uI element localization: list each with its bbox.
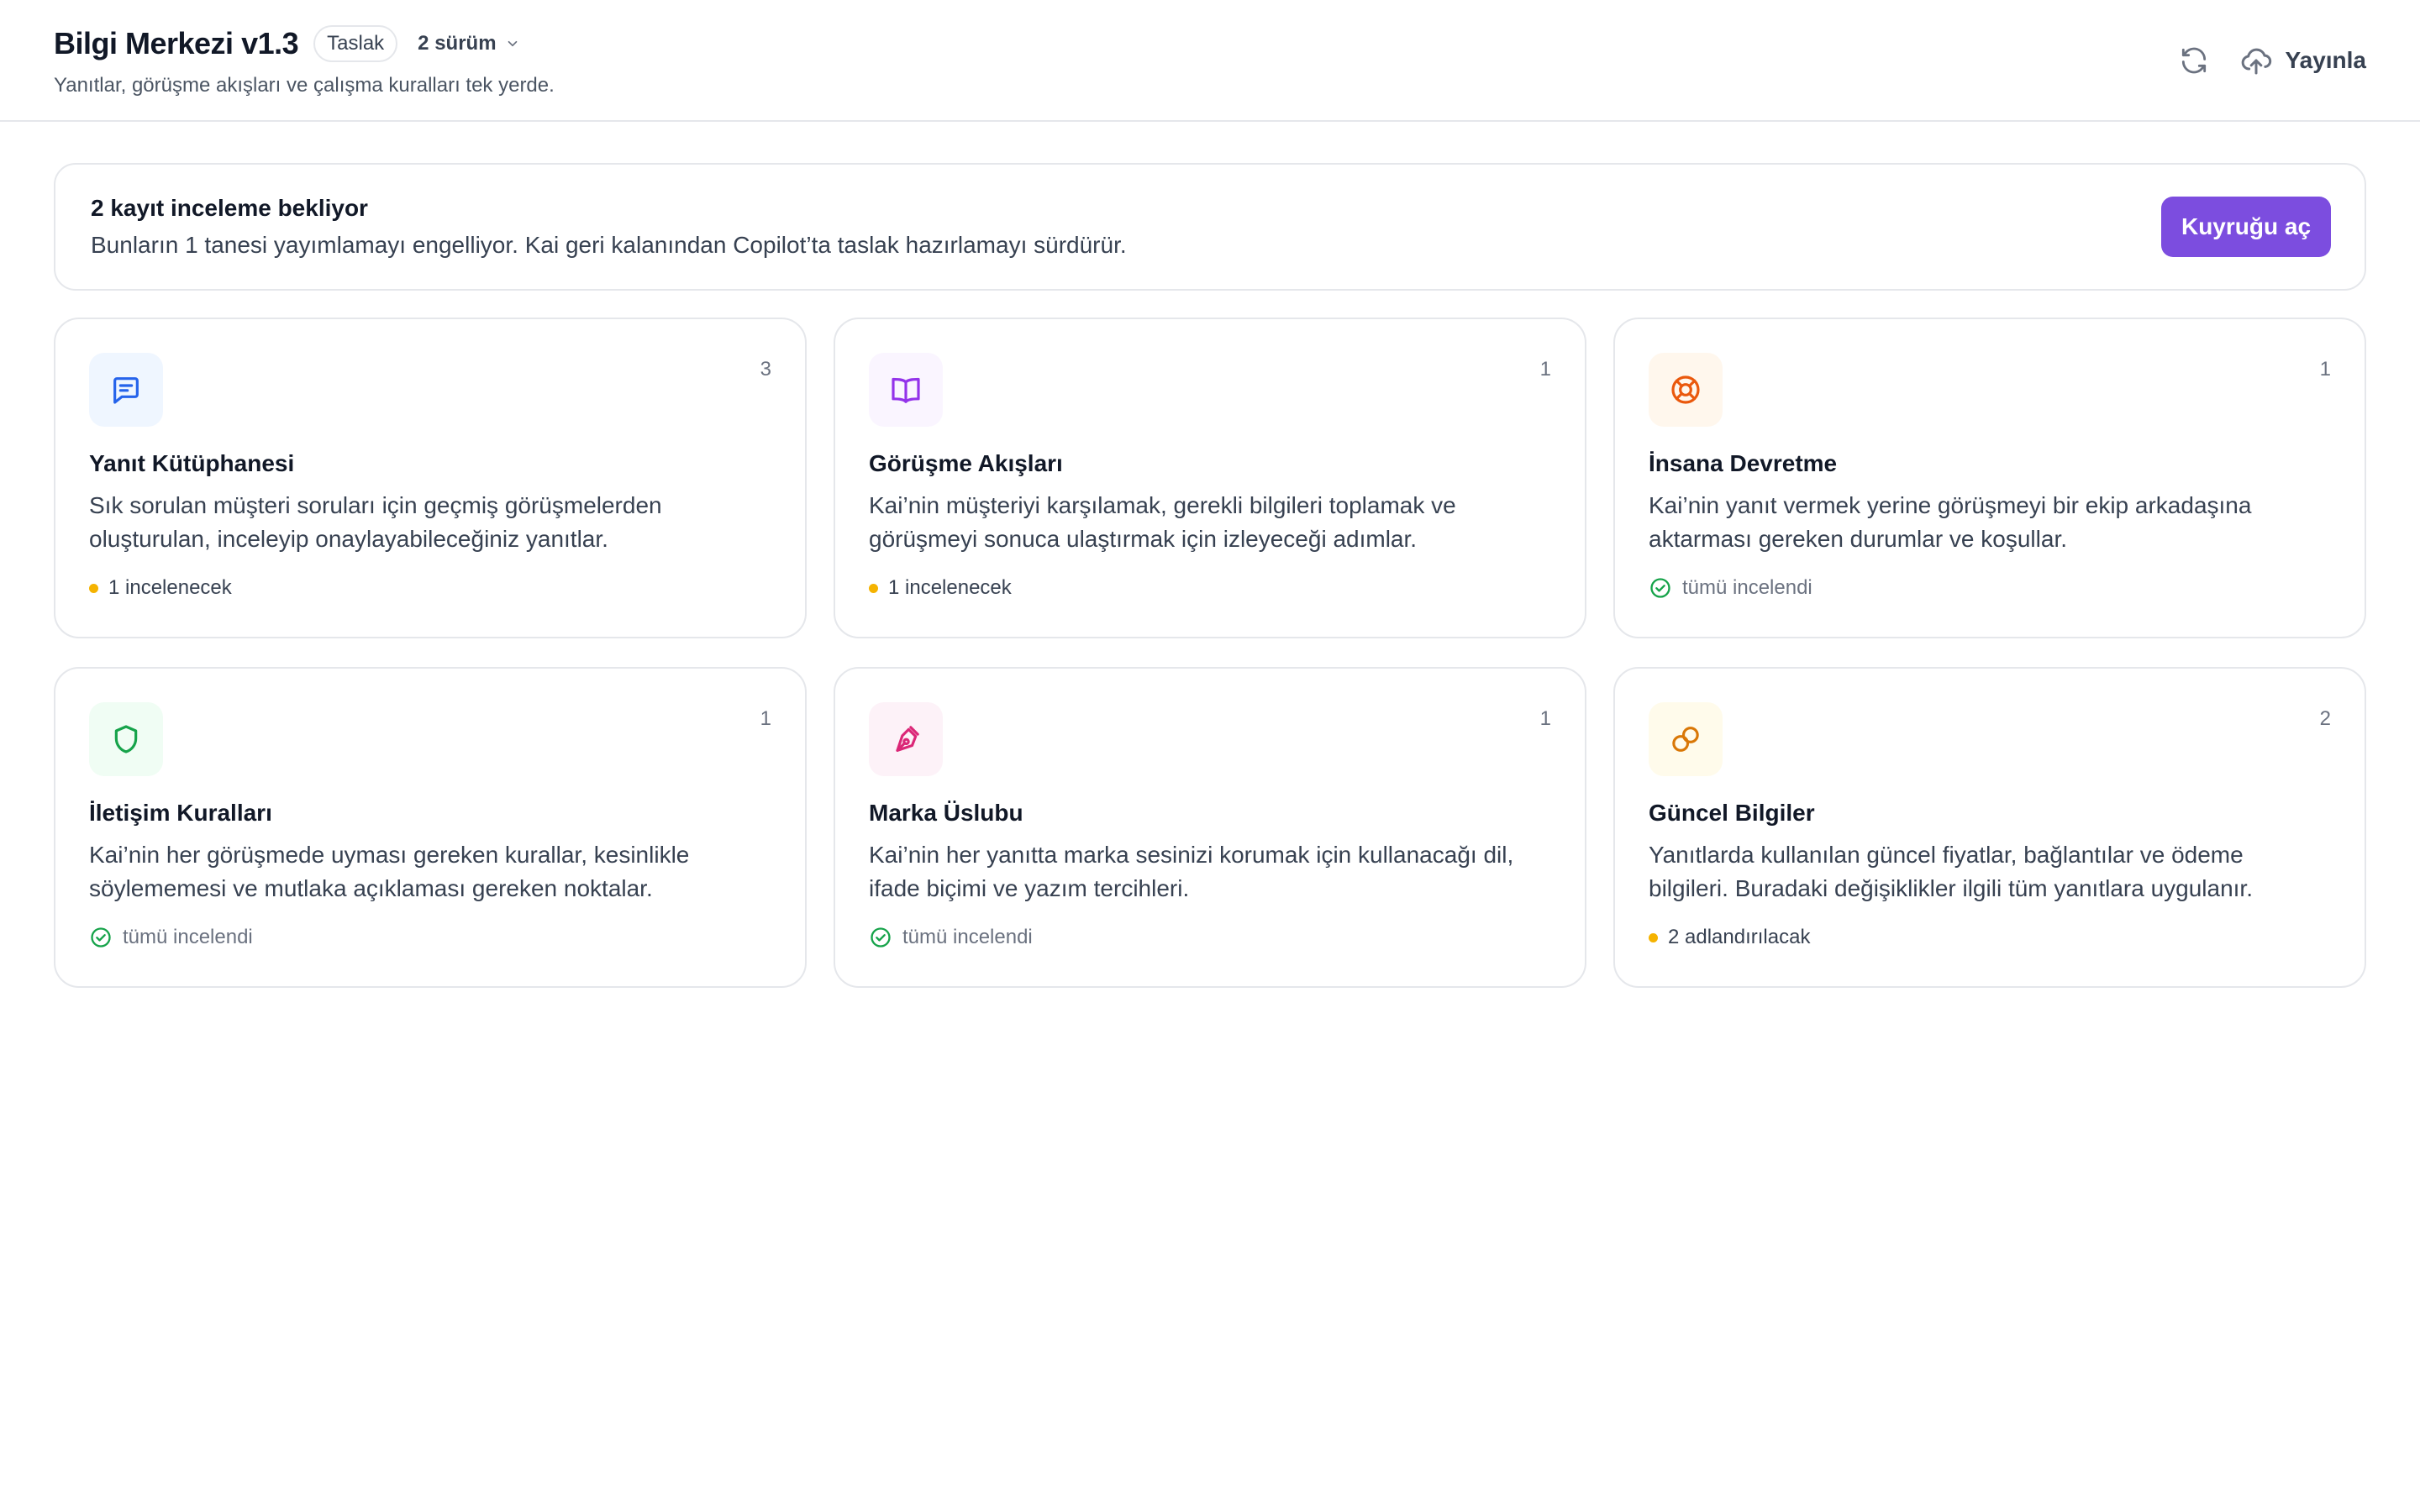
card-status-label: 2 adlandırılacak <box>1668 926 1811 948</box>
card-count: 1 <box>760 707 771 730</box>
card-status-label: 1 incelenecek <box>108 576 232 599</box>
card-title: İletişim Kuralları <box>89 800 272 826</box>
shield-icon <box>114 725 138 753</box>
card-count: 2 <box>2319 707 2331 730</box>
card-count: 3 <box>760 358 771 381</box>
category-card-current-info[interactable]: 2 Güncel Bilgiler Yanıtlarda kullanılan … <box>1613 667 2366 988</box>
card-title: Marka Üslubu <box>869 800 1023 826</box>
publish-button[interactable]: Yayınla <box>2239 37 2366 84</box>
card-status-label: tümü incelendi <box>1682 576 1812 599</box>
card-status: tümü incelendi <box>1649 576 1812 600</box>
category-card-human-handoff[interactable]: 1 İnsana Devretme Kai’nin yanıt vermek y… <box>1613 318 2366 638</box>
card-description: Kai’nin her yanıtta marka sesinizi korum… <box>869 842 1514 901</box>
card-description: Yanıtlarda kullanılan güncel fiyatlar, b… <box>1649 842 2253 901</box>
check-circle-icon <box>871 927 891 948</box>
card-status-label: tümü incelendi <box>123 926 253 948</box>
card-title: Yanıt Kütüphanesi <box>89 450 295 476</box>
title-row: Bilgi Merkezi v1.3 Taslak 2 sürüm <box>54 25 520 62</box>
category-card-conversation-flows[interactable]: 1 Görüşme Akışları Kai’nin müşteriyi kar… <box>834 318 1586 638</box>
card-description: Kai’nin her görüşmede uyması gereken kur… <box>89 842 690 901</box>
category-grid: 3 Yanıt Kütüphanesi Sık sorulan müşteri … <box>54 318 2366 988</box>
book-icon <box>892 377 920 403</box>
version-select[interactable]: 2 sürüm <box>418 32 519 55</box>
card-title: Görüşme Akışları <box>869 450 1063 476</box>
category-card-brand-voice[interactable]: 1 Marka Üslubu Kai’nin her yanıtta marka… <box>834 667 1586 988</box>
review-banner: 2 kayıt inceleme bekliyor Bunların 1 tan… <box>54 163 2366 291</box>
review-banner-title: 2 kayıt inceleme bekliyor <box>91 195 368 221</box>
publish-button-label: Yayınla <box>2285 47 2366 73</box>
card-status: tümü incelendi <box>869 926 1033 949</box>
card-title: Güncel Bilgiler <box>1649 800 1815 826</box>
page-subtitle: Yanıtlar, görüşme akışları ve çalışma ku… <box>54 74 555 97</box>
review-banner-text: Bunların 1 tanesi yayımlamayı engelliyor… <box>91 232 1127 258</box>
card-icon-badge <box>1649 702 1723 776</box>
card-status: 1 incelenecek <box>869 576 1012 600</box>
card-status-label: tümü incelendi <box>902 926 1033 948</box>
card-status: 2 adlandırılacak <box>1649 926 1810 949</box>
refresh-button[interactable] <box>2170 37 2217 84</box>
header-actions: Yayınla <box>2170 37 2366 84</box>
card-count: 1 <box>1539 358 1551 381</box>
card-icon-badge <box>1649 353 1723 427</box>
lifebuoy-icon <box>1671 375 1700 404</box>
pending-dot-icon <box>89 583 98 593</box>
card-description: Kai’nin müşteriyi karşılamak, gerekli bi… <box>869 492 1456 552</box>
card-description: Kai’nin yanıt vermek yerine görüşmeyi bi… <box>1649 492 2252 552</box>
card-count: 1 <box>2319 358 2331 381</box>
card-status-label: 1 incelenecek <box>888 576 1012 599</box>
app-header: Bilgi Merkezi v1.3 Taslak 2 sürüm Yanıtl… <box>0 0 2420 122</box>
status-badge: Taslak <box>313 25 398 62</box>
check-circle-icon <box>1650 578 1670 598</box>
card-count: 1 <box>1539 707 1551 730</box>
category-card-communication-rules[interactable]: 1 İletişim Kuralları Kai’nin her görüşme… <box>54 667 807 988</box>
card-icon-badge <box>869 702 943 776</box>
card-icon-badge <box>89 702 163 776</box>
card-icon-badge <box>869 353 943 427</box>
open-queue-button[interactable]: Kuyruğu aç <box>2161 197 2331 257</box>
version-select-label: 2 sürüm <box>418 32 497 55</box>
card-title: İnsana Devretme <box>1649 450 1838 476</box>
pending-dot-icon <box>869 583 878 593</box>
variable-icon <box>1672 727 1699 752</box>
card-description: Sık sorulan müşteri soruları için geçmiş… <box>89 492 662 552</box>
card-status: tümü incelendi <box>89 926 253 949</box>
pending-dot-icon <box>1649 932 1658 942</box>
pen-nib-icon <box>896 726 919 752</box>
card-status: 1 incelenecek <box>89 576 232 600</box>
refresh-icon <box>2182 47 2207 74</box>
category-card-answer-library[interactable]: 3 Yanıt Kütüphanesi Sık sorulan müşteri … <box>54 318 807 638</box>
page-title: Bilgi Merkezi v1.3 <box>54 26 299 60</box>
cloud-upload-icon <box>2242 48 2272 75</box>
chat-icon <box>113 377 139 404</box>
chevron-down-icon <box>508 40 517 47</box>
card-icon-badge <box>89 353 163 427</box>
check-circle-icon <box>91 927 111 948</box>
